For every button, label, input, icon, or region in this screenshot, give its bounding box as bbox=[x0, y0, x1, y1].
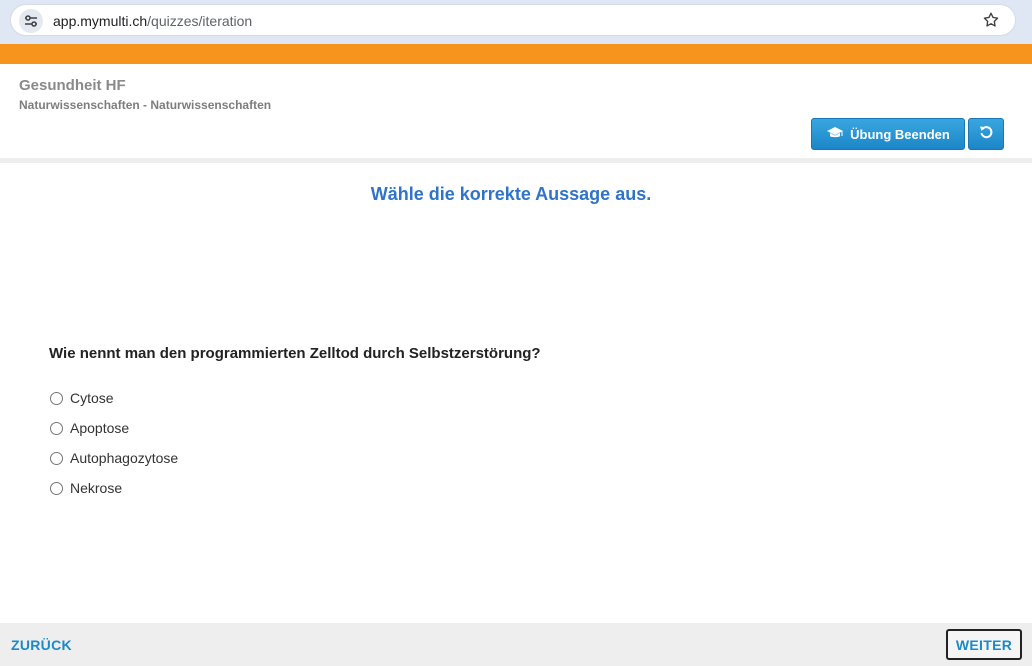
back-button[interactable]: ZURÜCK bbox=[11, 637, 72, 653]
browser-toolbar: app.mymulti.ch/quizzes/iteration bbox=[0, 0, 1032, 44]
tune-icon[interactable] bbox=[19, 9, 43, 33]
option-label: Cytose bbox=[70, 390, 114, 406]
star-icon[interactable] bbox=[981, 10, 1001, 30]
end-exercise-button[interactable]: Übung Beenden bbox=[811, 118, 965, 150]
option-label: Autophagozytose bbox=[70, 450, 179, 466]
question-text: Wie nennt man den programmierten Zelltod… bbox=[49, 345, 541, 362]
option-nekrose[interactable]: Nekrose bbox=[50, 473, 178, 503]
quiz-header: Gesundheit HF Naturwissenschaften - Natu… bbox=[0, 64, 1032, 158]
graduation-cap-icon bbox=[826, 126, 844, 143]
radio-button[interactable] bbox=[50, 391, 63, 405]
url-host: app.mymulti.ch bbox=[53, 13, 148, 29]
option-autophagozytose[interactable]: Autophagozytose bbox=[50, 443, 178, 473]
option-apoptose[interactable]: Apoptose bbox=[50, 413, 178, 443]
url-path: /quizzes/iteration bbox=[147, 13, 253, 29]
radio-button[interactable] bbox=[50, 481, 63, 495]
brand-bar bbox=[0, 44, 1032, 64]
option-label: Apoptose bbox=[70, 420, 130, 436]
end-exercise-label: Übung Beenden bbox=[850, 126, 950, 142]
instruction-heading: Wähle die korrekte Aussage aus. bbox=[370, 184, 652, 204]
url-text[interactable]: app.mymulti.ch/quizzes/iteration bbox=[53, 13, 252, 29]
option-cytose[interactable]: Cytose bbox=[50, 383, 178, 413]
reset-button[interactable] bbox=[968, 118, 1004, 150]
quiz-footer: ZURÜCK WEITER bbox=[0, 623, 1032, 666]
option-label: Nekrose bbox=[70, 480, 123, 496]
next-button[interactable]: WEITER bbox=[946, 629, 1022, 660]
undo-icon bbox=[979, 125, 993, 144]
answer-options: Cytose Apoptose Autophagozytose Nekrose bbox=[50, 383, 178, 503]
radio-button[interactable] bbox=[50, 421, 63, 435]
address-bar[interactable]: app.mymulti.ch/quizzes/iteration bbox=[10, 4, 1016, 36]
header-divider bbox=[0, 158, 1032, 163]
course-title: Gesundheit HF bbox=[19, 77, 126, 94]
course-subtitle: Naturwissenschaften - Naturwissenschafte… bbox=[19, 98, 272, 112]
radio-button[interactable] bbox=[50, 451, 63, 465]
